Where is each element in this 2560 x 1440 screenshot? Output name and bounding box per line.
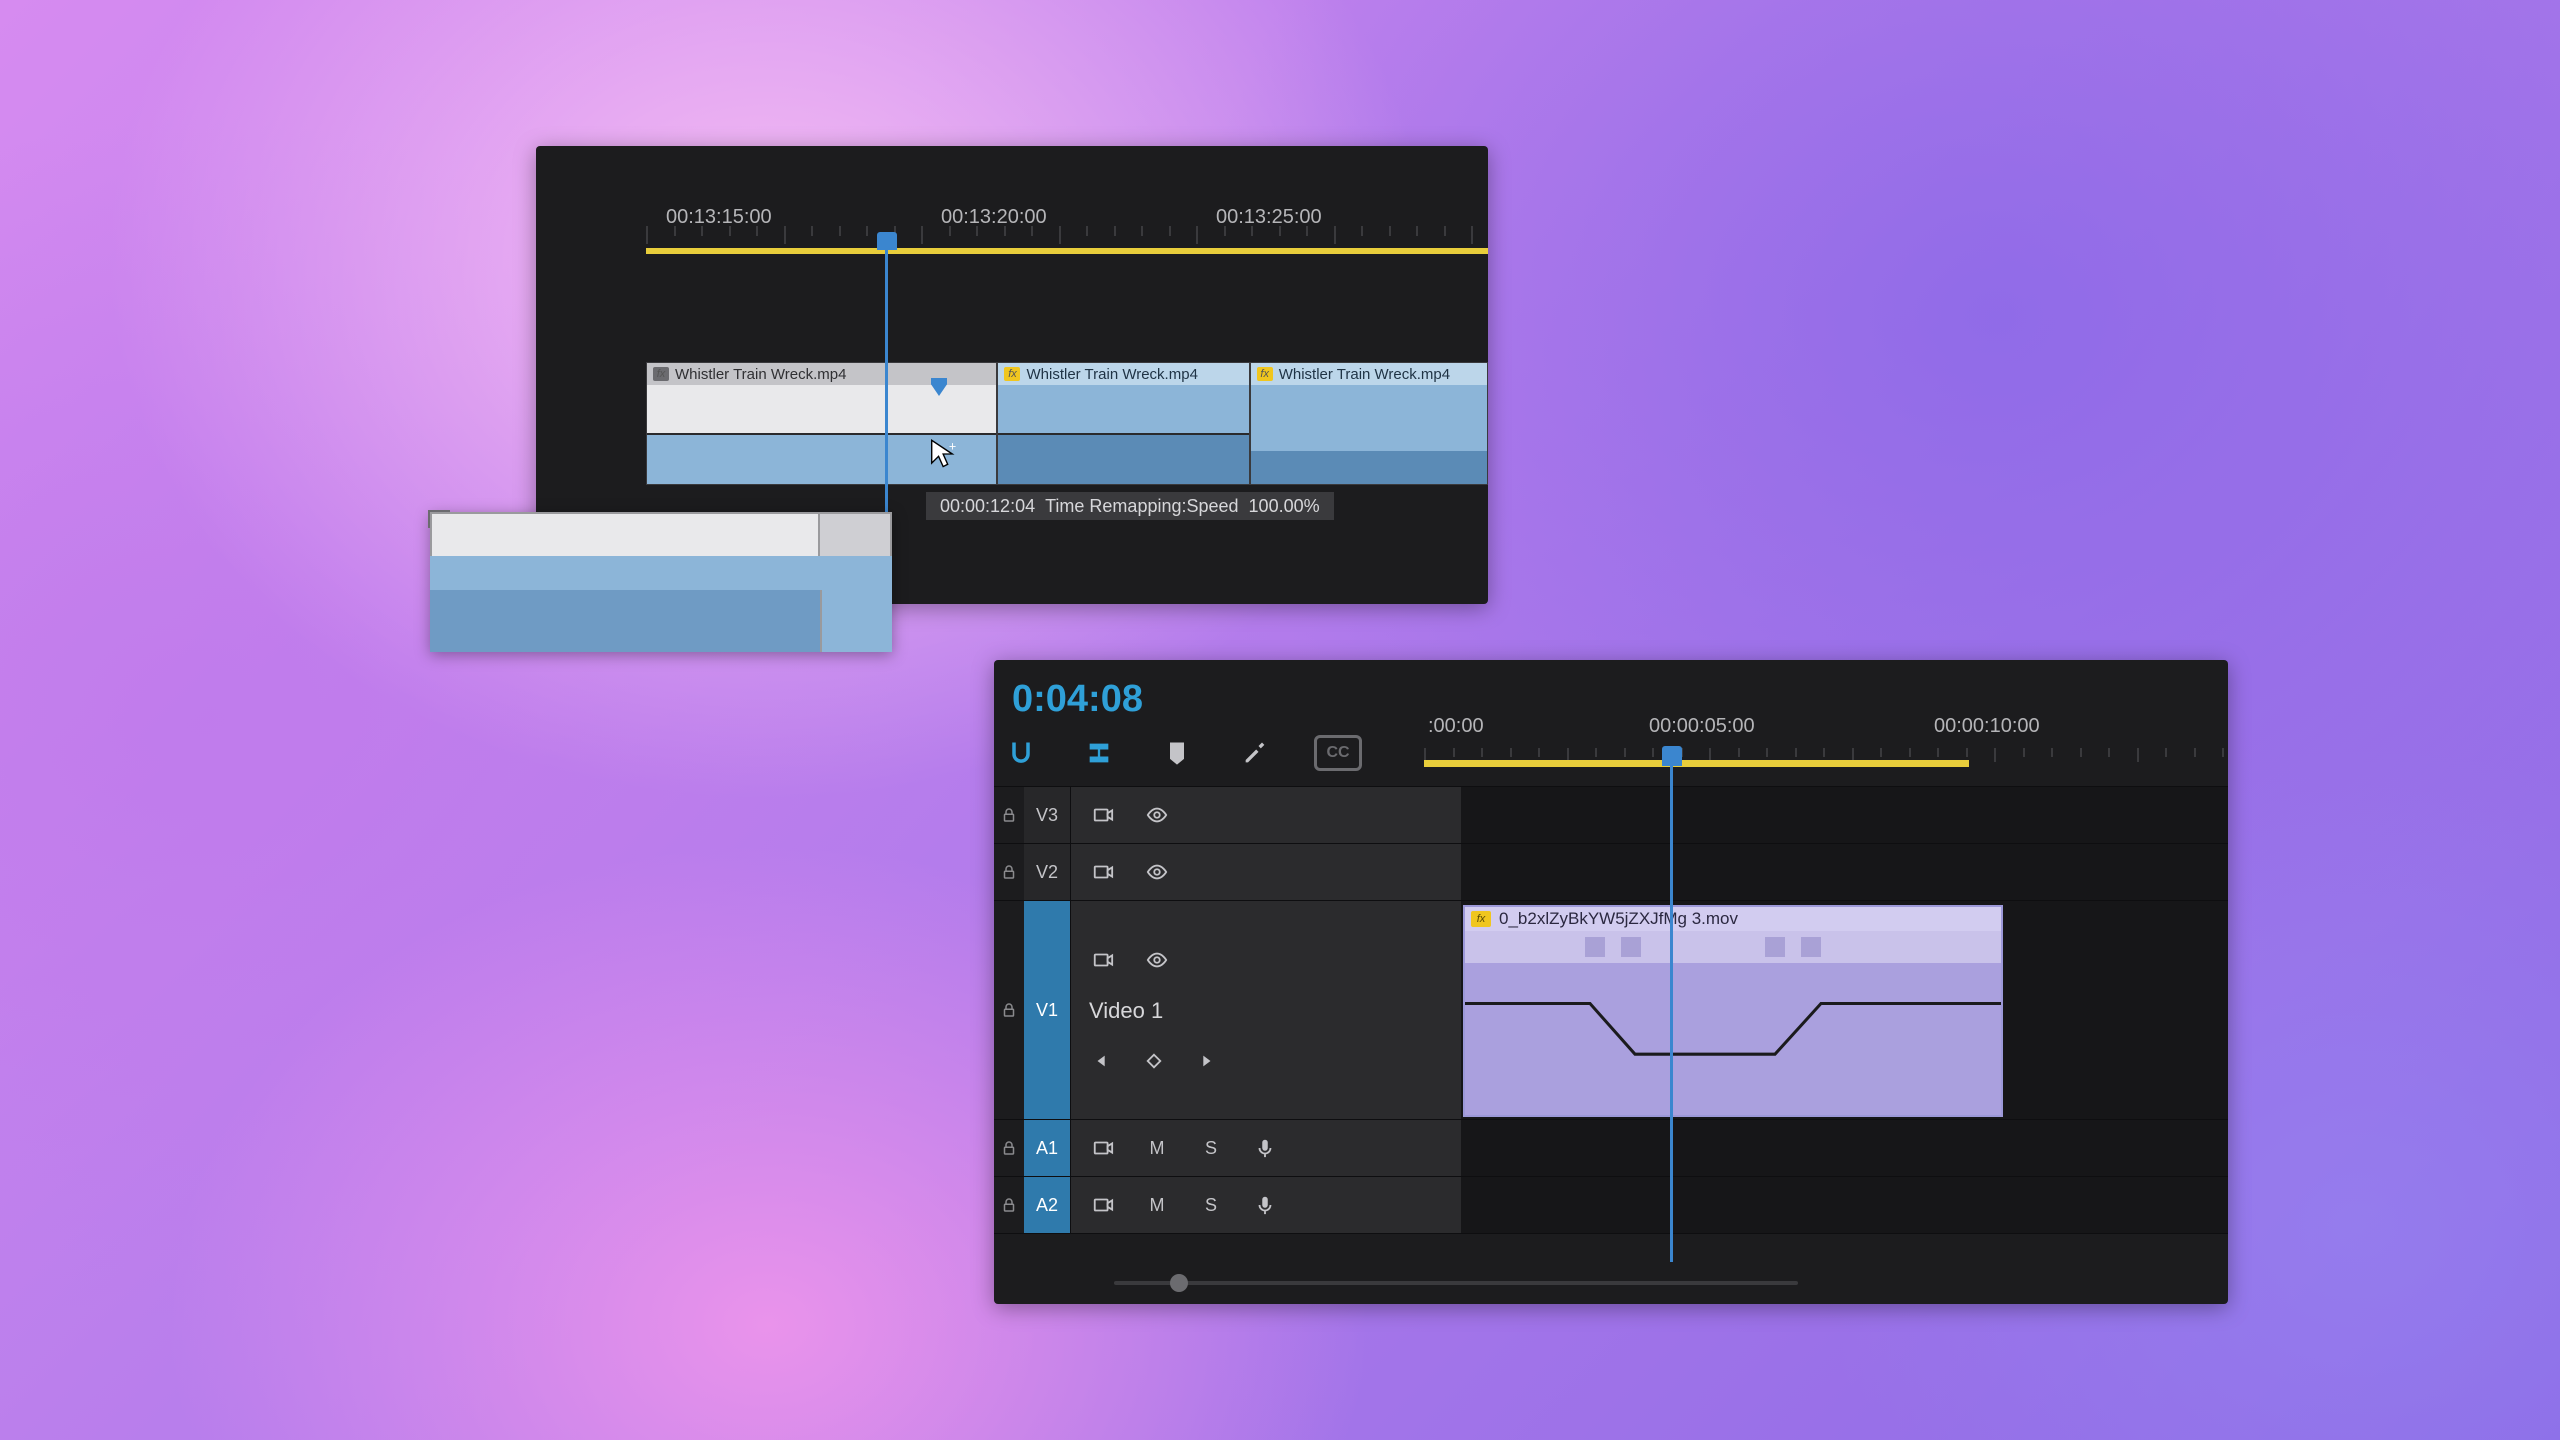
keyframe-marker[interactable]	[1585, 937, 1605, 957]
keyframe-marker[interactable]	[1621, 937, 1641, 957]
clip-thumbnail[interactable]	[1251, 385, 1487, 451]
clip-label: Whistler Train Wreck.mp4	[1279, 366, 1450, 383]
next-keyframe-button[interactable]	[1193, 1048, 1219, 1074]
ruler-ticks	[646, 226, 1488, 248]
track-target[interactable]: A1	[1024, 1120, 1071, 1176]
fragment-audio-row[interactable]	[430, 590, 892, 652]
track-target[interactable]: V3	[1024, 787, 1071, 843]
track-v2: V2	[994, 843, 2228, 900]
track-lane[interactable]	[1461, 1120, 2228, 1176]
tooltip-label: Time Remapping:Speed	[1045, 496, 1238, 517]
current-timecode[interactable]: 0:04:08	[1012, 678, 1143, 721]
track-output-toggle[interactable]	[1089, 1191, 1117, 1219]
track-lane[interactable]	[1461, 844, 2228, 900]
track-lock-toggle[interactable]	[994, 901, 1024, 1119]
clip-label: Whistler Train Wreck.mp4	[1026, 366, 1197, 383]
track-solo-toggle[interactable]: S	[1197, 1191, 1225, 1219]
clip-label: Whistler Train Wreck.mp4	[675, 366, 846, 383]
track-a1: A1 M S	[994, 1119, 2228, 1176]
track-lock-toggle[interactable]	[994, 844, 1024, 900]
fx-badge-icon: fx	[1257, 367, 1273, 381]
clip-fragment-inset: fx	[430, 512, 892, 652]
fx-badge-icon: fx	[1471, 911, 1491, 927]
snap-toggle[interactable]	[1002, 734, 1040, 772]
cursor-icon: +	[928, 438, 956, 470]
track-lock-toggle[interactable]	[994, 1177, 1024, 1233]
svg-text:+: +	[949, 440, 956, 454]
track-mute-toggle[interactable]: M	[1143, 1134, 1171, 1162]
fx-badge-icon: fx	[653, 367, 669, 381]
clip[interactable]: fx 0_b2xlZyBkYW5jZXJfMg 3.mov	[1463, 905, 2003, 1117]
timeline-toolbar: CC	[1002, 730, 1362, 776]
clip-video-area[interactable]	[647, 385, 996, 434]
keyframe-strip[interactable]	[1465, 931, 2001, 963]
clip-info-tooltip: 00:00:12:04 Time Remapping:Speed 100.00%	[926, 492, 1334, 520]
track-target[interactable]: V2	[1024, 844, 1071, 900]
voiceover-record-button[interactable]	[1251, 1134, 1279, 1162]
tooltip-time: 00:00:12:04	[940, 496, 1035, 517]
track-visibility-toggle[interactable]	[1143, 946, 1171, 974]
playhead-handle[interactable]	[877, 232, 897, 250]
work-area-bar[interactable]	[1424, 760, 1969, 767]
clip-audio-area[interactable]	[998, 434, 1248, 484]
clip-label: 0_b2xlZyBkYW5jZXJfMg 3.mov	[1499, 909, 1738, 929]
track-target[interactable]: A2	[1024, 1177, 1071, 1233]
clip-3[interactable]: fx Whistler Train Wreck.mp4	[1250, 362, 1488, 485]
track-solo-toggle[interactable]: S	[1197, 1134, 1225, 1162]
ruler-label: 00:00:10:00	[1934, 715, 2040, 738]
fragment-video-row[interactable]	[430, 512, 892, 558]
speed-graph-area[interactable]	[1465, 963, 2001, 1115]
track-v1: V1 Video 1 fx 0_b2xlZyBkYW5jZXJfMg 3.mov	[994, 900, 2228, 1119]
fragment-mid-row[interactable]	[430, 556, 892, 590]
zoom-thumb[interactable]	[1170, 1274, 1188, 1292]
track-lane[interactable]	[1461, 787, 2228, 843]
prev-keyframe-button[interactable]	[1089, 1048, 1115, 1074]
playhead-handle[interactable]	[1662, 746, 1682, 766]
timeline-settings-button[interactable]	[1236, 734, 1274, 772]
clip-video-area[interactable]	[998, 385, 1248, 434]
track-lock-toggle[interactable]	[994, 787, 1024, 843]
timeline-panel-bottom: 0:04:08 CC :00:00 00:00:05:00 00:00:10:0…	[994, 660, 2228, 1304]
clip-row: fx Whistler Train Wreck.mp4 fx Whistler Tr…	[646, 362, 1488, 485]
fx-badge-icon: fx	[1004, 367, 1020, 381]
track-v3: V3	[994, 786, 2228, 843]
tooltip-value: 100.00%	[1249, 496, 1320, 517]
track-list: V3 V2 V1 Video 1	[994, 786, 2228, 1262]
playhead[interactable]	[1670, 760, 1673, 1262]
keyframe-marker[interactable]	[1765, 937, 1785, 957]
work-area-bar[interactable]	[646, 248, 1488, 254]
track-a2: A2 M S	[994, 1176, 2228, 1234]
track-visibility-toggle[interactable]	[1143, 801, 1171, 829]
track-lane[interactable]	[1461, 1177, 2228, 1233]
track-output-toggle[interactable]	[1089, 858, 1117, 886]
ruler-label: 00:00:05:00	[1649, 715, 1755, 738]
track-lane[interactable]: fx 0_b2xlZyBkYW5jZXJfMg 3.mov	[1461, 901, 2228, 1119]
track-lock-toggle[interactable]	[994, 1120, 1024, 1176]
ruler-label: :00:00	[1428, 715, 1484, 738]
time-ruler[interactable]: :00:00 00:00:05:00 00:00:10:00	[1424, 715, 2228, 748]
keyframe-marker[interactable]	[1801, 937, 1821, 957]
zoom-slider[interactable]	[1114, 1272, 1798, 1294]
track-target[interactable]: V1	[1024, 901, 1071, 1119]
track-name-label: Video 1	[1089, 998, 1163, 1024]
add-keyframe-button[interactable]	[1141, 1048, 1167, 1074]
track-output-toggle[interactable]	[1089, 946, 1117, 974]
voiceover-record-button[interactable]	[1251, 1191, 1279, 1219]
linked-selection-toggle[interactable]	[1080, 734, 1118, 772]
clip-audio-area[interactable]	[1251, 451, 1487, 484]
clip-2[interactable]: fx Whistler Train Wreck.mp4	[997, 362, 1249, 485]
track-output-toggle[interactable]	[1089, 801, 1117, 829]
track-visibility-toggle[interactable]	[1143, 858, 1171, 886]
captions-toggle[interactable]: CC	[1314, 735, 1362, 771]
track-output-toggle[interactable]	[1089, 1134, 1117, 1162]
add-marker-button[interactable]	[1158, 734, 1196, 772]
track-mute-toggle[interactable]: M	[1143, 1191, 1171, 1219]
